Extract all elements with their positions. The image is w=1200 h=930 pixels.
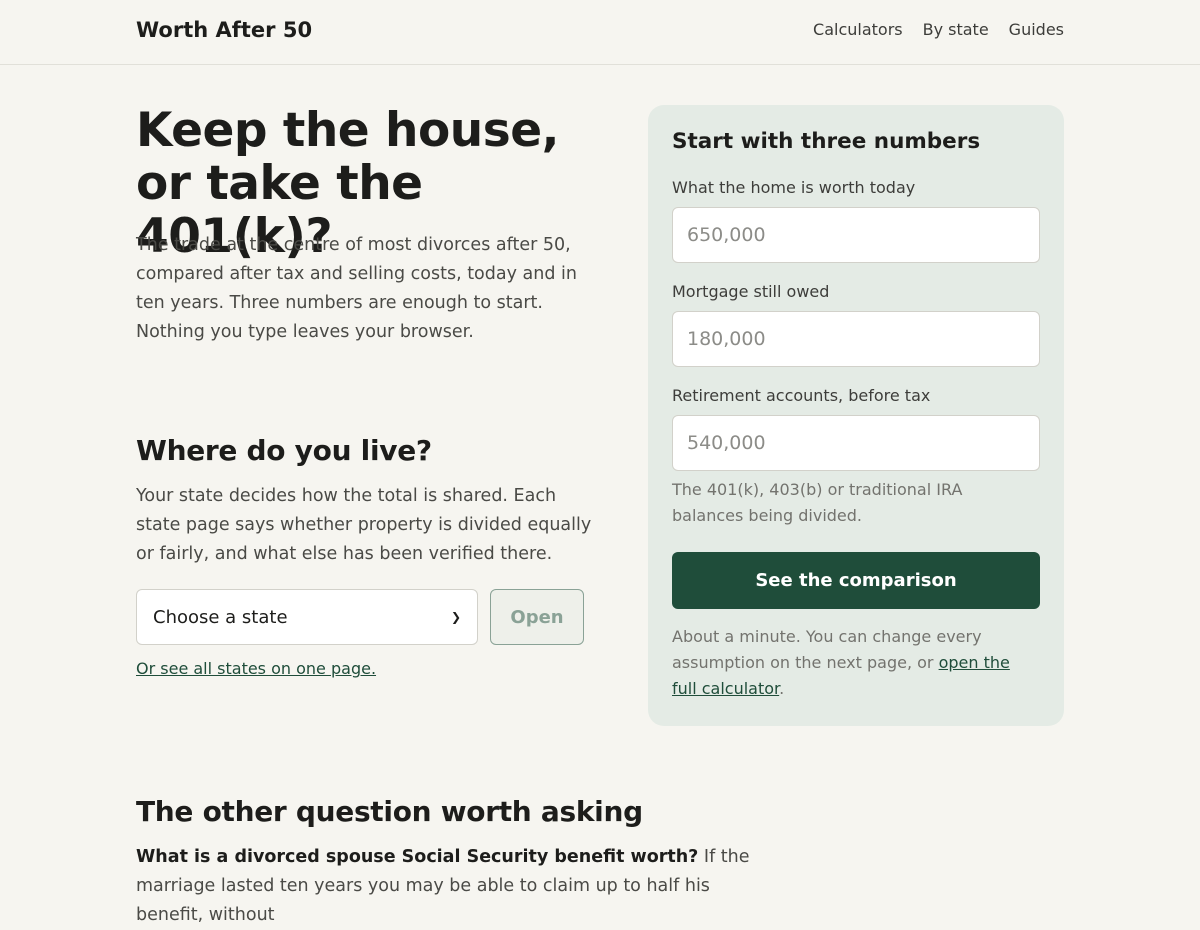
card-note-text: About a minute. You can change every ass… — [672, 627, 982, 672]
other-question: What is a divorced spouse Social Securit… — [136, 847, 699, 867]
mortgage-input[interactable] — [672, 311, 1040, 367]
nav-guides[interactable]: Guides — [1009, 20, 1064, 39]
home-value-label: What the home is worth today — [672, 178, 916, 197]
open-state-button[interactable]: Open — [490, 589, 584, 645]
home-value-input[interactable] — [672, 207, 1040, 263]
other-section-title: The other question worth asking — [136, 795, 643, 828]
state-section-text: Your state decides how the total is shar… — [136, 486, 592, 564]
retirement-label: Retirement accounts, before tax — [672, 386, 931, 405]
retirement-input[interactable] — [672, 415, 1040, 471]
calculator-card: Start with three numbers What the home i… — [648, 105, 1064, 726]
other-section-text: What is a divorced spouse Social Securit… — [136, 843, 776, 930]
card-note: About a minute. You can change every ass… — [672, 624, 1032, 702]
nav-by-state[interactable]: By state — [923, 20, 989, 39]
state-select[interactable]: Choose a state ❯ — [136, 589, 478, 645]
state-select-value: Choose a state — [153, 606, 288, 628]
all-states-link[interactable]: Or see all states on one page. — [136, 659, 376, 678]
hero-text: The trade at the centre of most divorces… — [136, 235, 577, 342]
site-header: Worth After 50 Calculators By state Guid… — [0, 0, 1200, 65]
see-comparison-button[interactable]: See the comparison — [672, 552, 1040, 609]
retirement-help-text: The 401(k), 403(b) or traditional IRA ba… — [672, 480, 963, 525]
card-note-end: . — [779, 679, 785, 698]
brand-logo[interactable]: Worth After 50 — [136, 18, 312, 42]
mortgage-label: Mortgage still owed — [672, 282, 830, 301]
state-section-title: Where do you live? — [136, 434, 432, 467]
chevron-down-icon: ❯ — [450, 610, 461, 624]
main-nav: Calculators By state Guides — [813, 20, 1064, 39]
nav-calculators[interactable]: Calculators — [813, 20, 903, 39]
card-title: Start with three numbers — [672, 129, 981, 154]
